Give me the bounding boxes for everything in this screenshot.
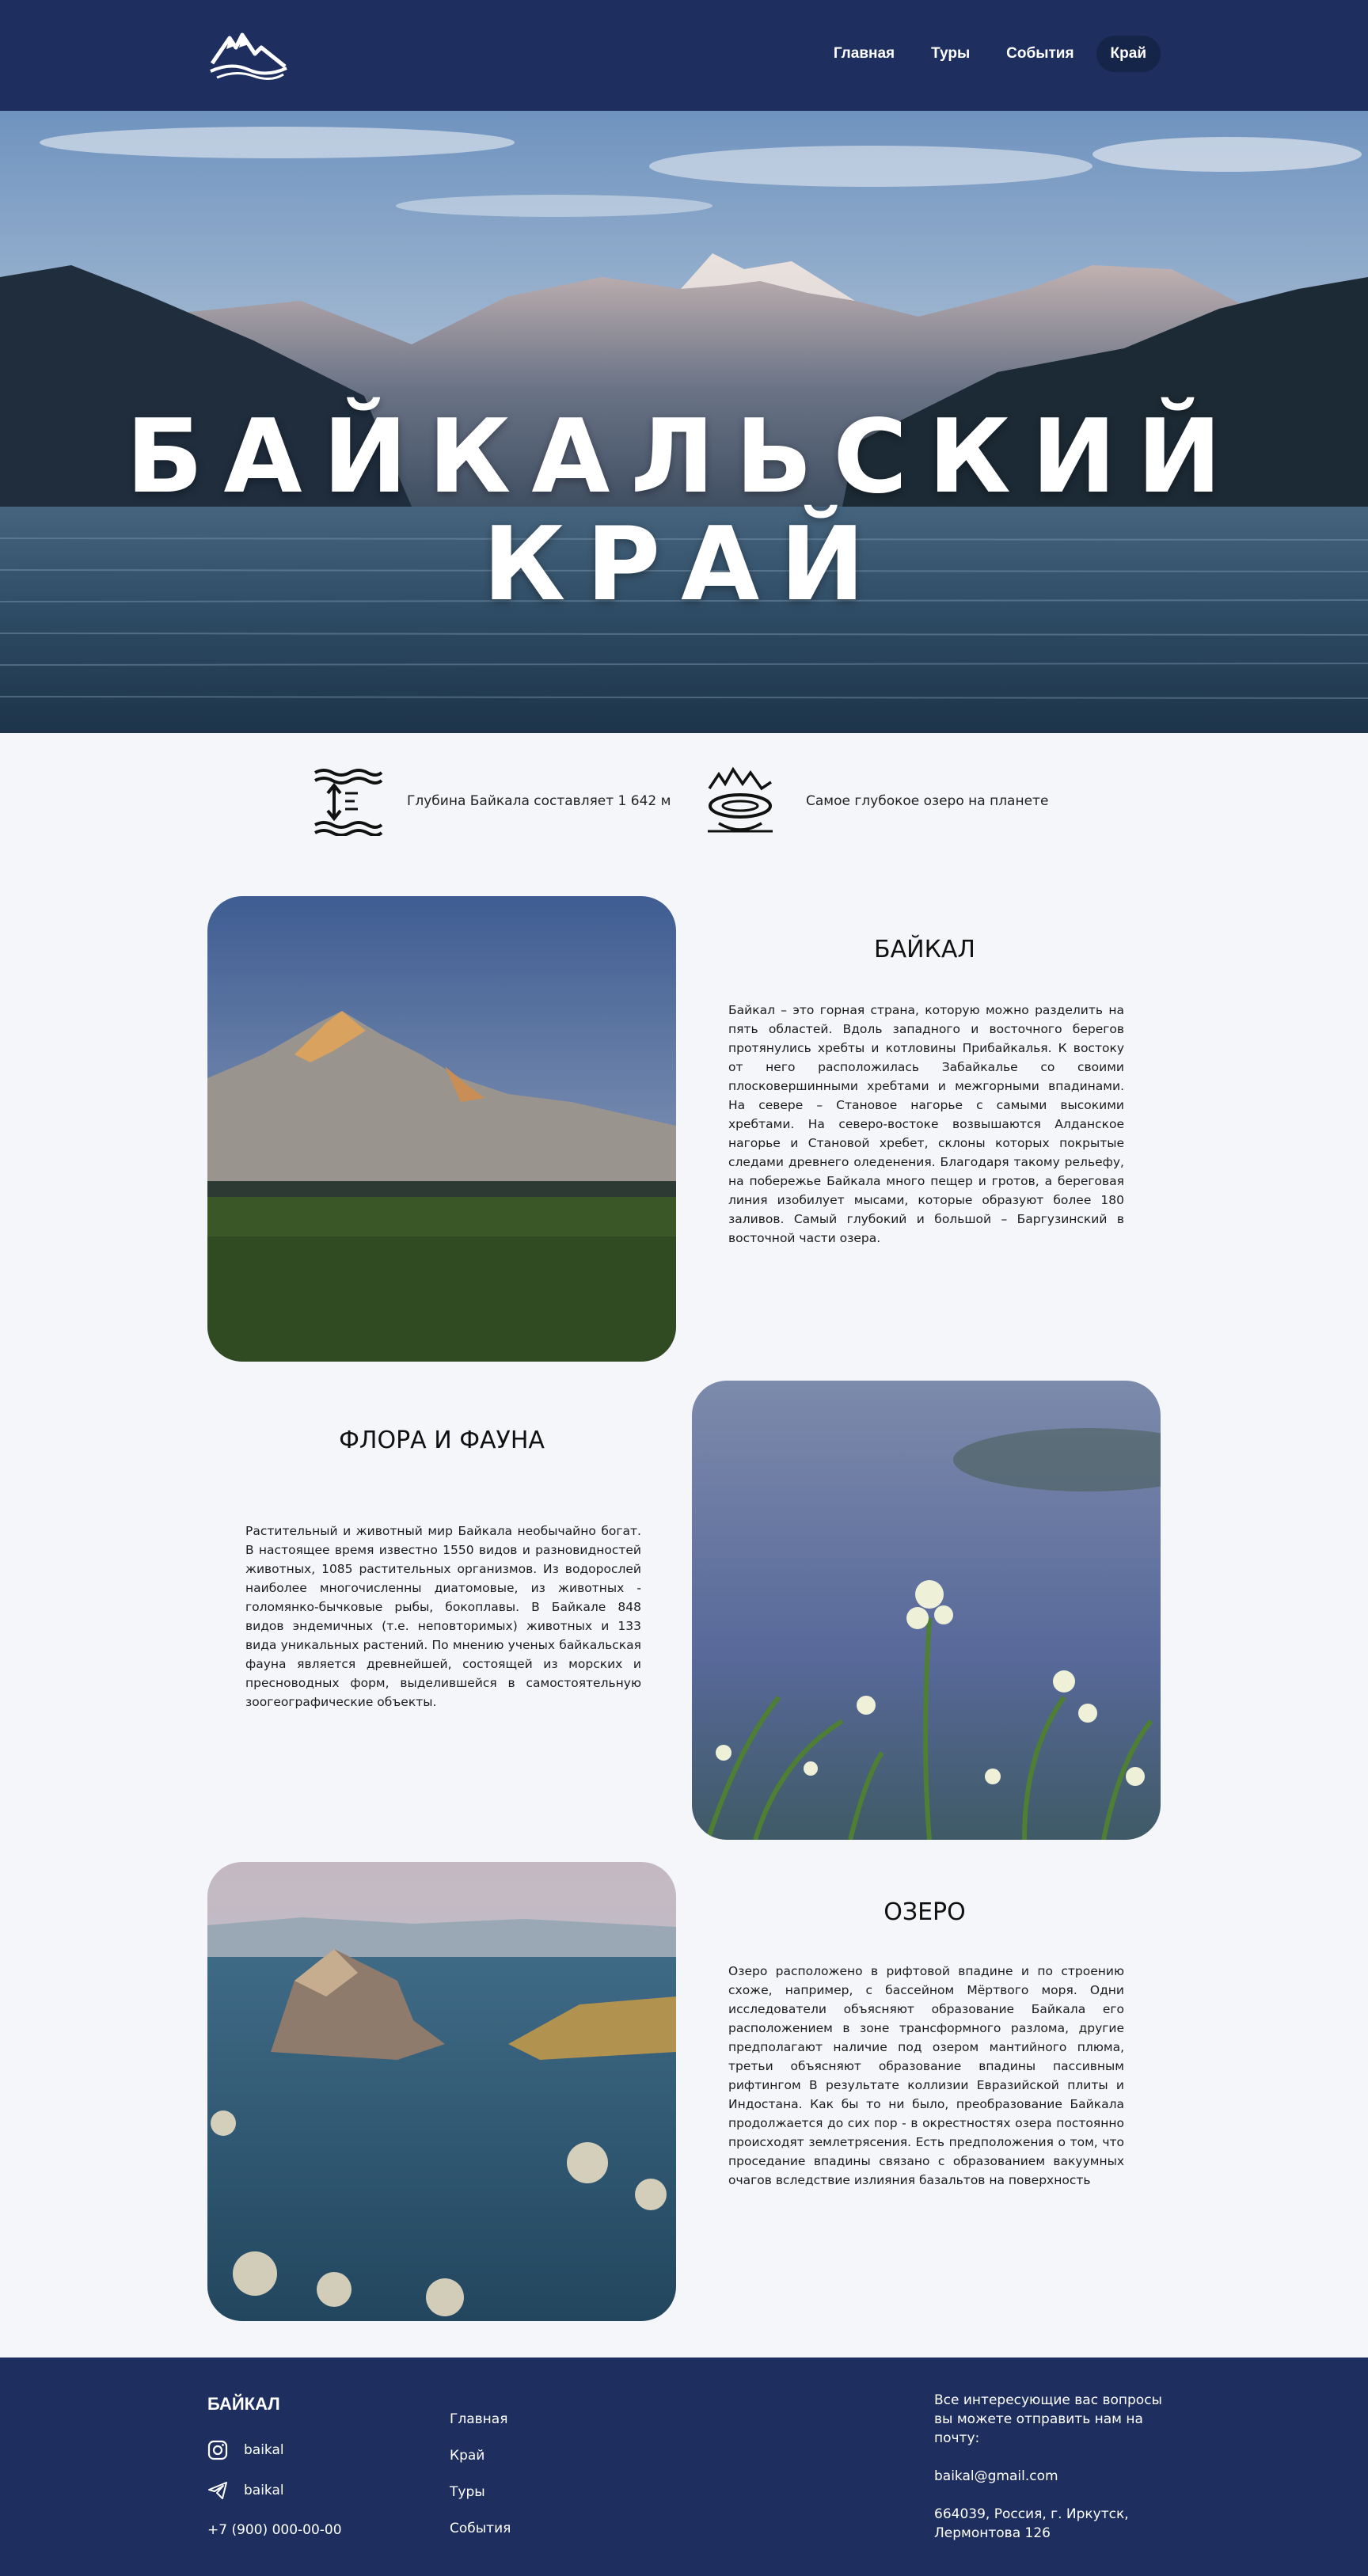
- mountains-logo-icon[interactable]: [207, 25, 290, 82]
- footer-address: 664039, Россия, г. Иркутск, Лермонтова 1…: [934, 2506, 1129, 2541]
- hero-title: БАЙКАЛЬСКИЙ КРАЙ: [0, 404, 1368, 619]
- nav-tours[interactable]: Туры: [917, 36, 984, 72]
- flora-text: Растительный и животный мир Байкала необ…: [245, 1524, 641, 1709]
- depth-icon: [314, 769, 383, 836]
- footer-instagram-label: baikal: [244, 2442, 284, 2458]
- footer-email[interactable]: baikal@gmail.com: [934, 2467, 1172, 2486]
- lake-title: ОЗЕРО: [884, 1898, 966, 1926]
- lake-mountains-icon: [708, 766, 773, 833]
- site-header: Главная Туры События Край: [0, 0, 1368, 111]
- lake-photo: [207, 1862, 676, 2321]
- baikal-title: БАЙКАЛ: [874, 936, 975, 963]
- hero-banner: БАЙКАЛЬСКИЙ КРАЙ: [0, 111, 1368, 733]
- telegram-icon: [208, 2482, 227, 2499]
- nav-region[interactable]: Край: [1096, 36, 1161, 72]
- footer-phone[interactable]: +7 (900) 000-00-00: [207, 2522, 342, 2538]
- footer-nav-events[interactable]: События: [450, 2521, 511, 2536]
- footer-nav-tours[interactable]: Туры: [450, 2484, 511, 2500]
- footer-contact: Все интересующие вас вопросы вы можете о…: [934, 2391, 1172, 2562]
- main-nav: Главная Туры События Край: [819, 36, 1161, 72]
- footer-nav-home[interactable]: Главная: [450, 2411, 511, 2427]
- lake-text: Озеро расположено в рифтовой впадине и п…: [728, 1964, 1124, 2187]
- instagram-icon: [207, 2440, 228, 2460]
- hero-title-line1: БАЙКАЛЬСКИЙ: [125, 398, 1243, 516]
- footer-telegram-label: baikal: [244, 2483, 284, 2498]
- nav-events[interactable]: События: [992, 36, 1088, 72]
- nav-home[interactable]: Главная: [819, 36, 909, 72]
- flora-photo: [692, 1381, 1161, 1840]
- footer-contact-note: Все интересующие вас вопросы вы можете о…: [934, 2392, 1162, 2446]
- footer-brand: БАЙКАЛ: [207, 2394, 280, 2414]
- site-footer: БАЙКАЛ baikal baikal +7 (900) 000-00-00 …: [0, 2358, 1368, 2576]
- fact-deepest-text: Самое глубокое озеро на планете: [806, 793, 1049, 809]
- footer-nav-region[interactable]: Край: [450, 2448, 511, 2464]
- fact-depth-text: Глубина Байкала составляет 1 642 м: [407, 793, 671, 809]
- facts-bar: Глубина Байкала составляет 1 642 м Самое…: [0, 765, 1368, 844]
- footer-nav: Главная Край Туры События: [450, 2411, 511, 2536]
- baikal-text: Байкал – это горная страна, которую можн…: [728, 1003, 1124, 1245]
- hero-title-line2: КРАЙ: [482, 506, 886, 624]
- flora-title: ФЛОРА И ФАУНА: [339, 1427, 545, 1454]
- footer-telegram[interactable]: baikal: [207, 2480, 284, 2501]
- footer-instagram[interactable]: baikal: [207, 2440, 284, 2460]
- baikal-photo: [207, 896, 676, 1362]
